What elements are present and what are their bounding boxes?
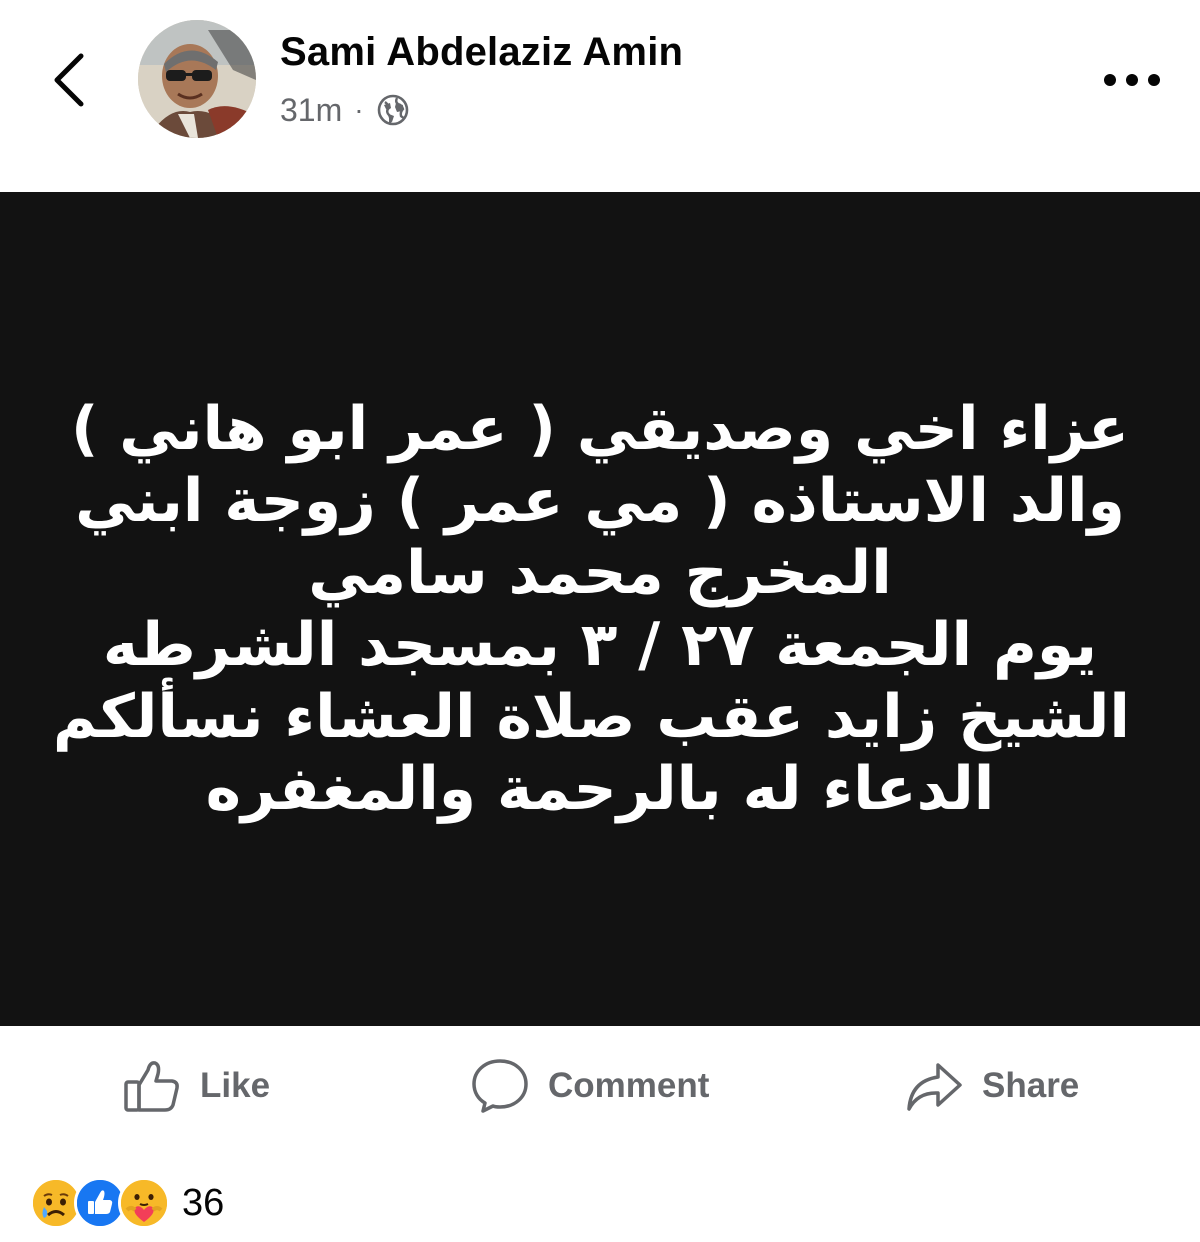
comment-label: Comment xyxy=(548,1066,710,1105)
author-avatar[interactable] xyxy=(138,20,256,138)
post-meta: 31m · xyxy=(280,88,410,132)
image-text-line: عزاء اخي وصديقي ( عمر ابو هاني ) xyxy=(70,394,1130,464)
post-image-text: عزاء اخي وصديقي ( عمر ابو هاني ) والد ال… xyxy=(52,393,1130,825)
share-button[interactable]: Share xyxy=(904,1050,1079,1122)
globe-icon xyxy=(377,94,408,126)
post-header: Sami Abdelaziz Amin 31m · xyxy=(0,0,1200,192)
image-text-line: الدعاء له بالرحمة والمغفره xyxy=(205,754,995,824)
author-name[interactable]: Sami Abdelaziz Amin xyxy=(280,30,683,75)
share-arrow-icon xyxy=(907,1063,962,1111)
avatar-photo xyxy=(138,20,256,138)
image-text-line: يوم الجمعة ٢٧ / ٣ بمسجد الشرطه xyxy=(102,610,1098,680)
comment-bubble-icon xyxy=(472,1059,528,1113)
image-text-line: والد الاستاذه ( مي عمر ) زوجة ابني xyxy=(75,466,1125,536)
care-reaction-icon xyxy=(118,1177,170,1229)
meta-separator: · xyxy=(354,94,364,125)
like-button[interactable]: Like xyxy=(122,1050,270,1122)
chevron-left-icon xyxy=(54,53,84,107)
post-page: Sami Abdelaziz Amin 31m · عزاء اخي وصديق… xyxy=(0,0,1200,1242)
post-image[interactable]: عزاء اخي وصديقي ( عمر ابو هاني ) والد ال… xyxy=(0,192,1200,1026)
like-label: Like xyxy=(200,1066,271,1105)
post-timestamp[interactable]: 31m xyxy=(280,92,342,129)
reactions-summary[interactable]: 36 xyxy=(30,1172,224,1234)
reaction-count: 36 xyxy=(182,1181,225,1224)
comment-button[interactable]: Comment xyxy=(470,1050,709,1122)
more-dots-icon xyxy=(1104,74,1160,86)
image-text-line: المخرج محمد سامي xyxy=(308,538,892,608)
more-options-button[interactable] xyxy=(1098,60,1166,100)
back-button[interactable] xyxy=(38,40,100,120)
thumbs-up-icon xyxy=(124,1061,179,1112)
post-action-bar: Like Comment Share xyxy=(0,1026,1200,1144)
share-label: Share xyxy=(982,1066,1080,1105)
image-text-line: الشيخ زايد عقب صلاة العشاء نسألكم xyxy=(52,682,1130,752)
